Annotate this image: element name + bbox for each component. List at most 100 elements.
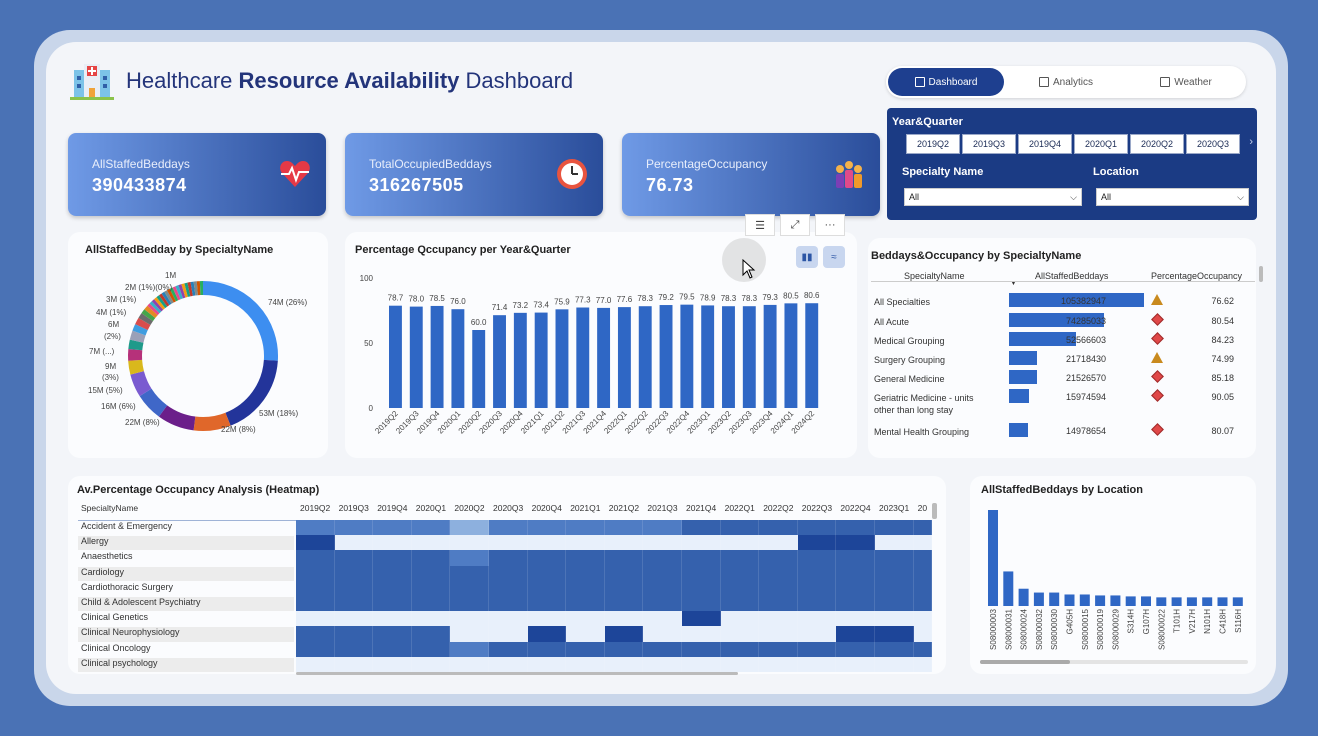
heatmap-cell[interactable] bbox=[334, 626, 374, 642]
heatmap-cell[interactable] bbox=[296, 535, 335, 551]
heatmap-cell[interactable] bbox=[334, 520, 374, 536]
heatmap-cell[interactable] bbox=[797, 641, 837, 657]
heatmap-cell[interactable] bbox=[527, 596, 567, 612]
heatmap-cell[interactable] bbox=[489, 641, 528, 657]
location-bar[interactable] bbox=[988, 510, 998, 606]
heatmap-cell[interactable] bbox=[836, 641, 875, 657]
heatmap-cell[interactable] bbox=[643, 641, 682, 657]
donut-slice[interactable] bbox=[181, 283, 188, 298]
heatmap-cell[interactable] bbox=[489, 626, 528, 642]
heatmap-cell[interactable] bbox=[759, 565, 798, 581]
heatmap-cell[interactable] bbox=[566, 565, 605, 581]
heatmap-cell[interactable] bbox=[296, 656, 335, 672]
nav-analytics-button[interactable]: Analytics bbox=[1008, 68, 1124, 96]
heatmap-cell[interactable] bbox=[373, 611, 412, 627]
heatmap-cell[interactable] bbox=[720, 611, 760, 627]
location-bar[interactable] bbox=[1141, 596, 1151, 606]
heatmap-cell[interactable] bbox=[836, 611, 875, 627]
heatmap-cell[interactable] bbox=[759, 520, 798, 536]
heatmap-cell[interactable] bbox=[450, 656, 489, 672]
more-options-button[interactable]: ··· bbox=[815, 214, 845, 236]
donut-slice[interactable] bbox=[147, 303, 160, 316]
heatmap-cell[interactable] bbox=[411, 641, 451, 657]
heatmap-cell[interactable] bbox=[836, 550, 875, 566]
occupancy-bar[interactable] bbox=[680, 304, 694, 408]
drill-toggle-icon[interactable]: ≈ bbox=[823, 246, 845, 268]
nav-dashboard-button[interactable]: Dashboard bbox=[888, 68, 1004, 96]
heatmap-cell[interactable] bbox=[334, 611, 374, 627]
quarter-chip[interactable]: 2019Q2 bbox=[906, 134, 960, 154]
heatmap-cell[interactable] bbox=[373, 626, 412, 642]
heatmap-cell[interactable] bbox=[296, 596, 335, 612]
heatmap-cell[interactable] bbox=[836, 626, 875, 642]
heatmap-cell[interactable] bbox=[373, 580, 412, 596]
heatmap-cell[interactable] bbox=[411, 535, 451, 551]
heatmap-cell[interactable] bbox=[875, 641, 914, 657]
location-bar[interactable] bbox=[1003, 571, 1014, 606]
occupancy-bar-chart[interactable]: 05010078.72019Q278.02019Q378.52019Q476.0… bbox=[345, 232, 857, 458]
occupancy-bar[interactable] bbox=[701, 305, 715, 408]
donut-slice[interactable] bbox=[149, 301, 162, 314]
heatmap-cell[interactable] bbox=[836, 535, 875, 551]
heatmap-cell[interactable] bbox=[527, 580, 567, 596]
heatmap-cell[interactable] bbox=[296, 565, 335, 581]
filter-icon[interactable]: ☰ bbox=[745, 214, 775, 236]
heatmap-cell[interactable] bbox=[875, 580, 914, 596]
heatmap-cell[interactable] bbox=[836, 580, 875, 596]
heatmap-cell[interactable] bbox=[566, 520, 605, 536]
heatmap-cell[interactable] bbox=[527, 565, 567, 581]
table-scrollbar[interactable] bbox=[1259, 266, 1263, 282]
location-bar[interactable] bbox=[1125, 596, 1136, 606]
heatmap-cell[interactable] bbox=[797, 596, 837, 612]
heatmap-cell[interactable] bbox=[682, 565, 721, 581]
heatmap-cell[interactable] bbox=[797, 550, 837, 566]
heatmap-cell[interactable] bbox=[797, 520, 837, 536]
donut-slice[interactable] bbox=[129, 330, 146, 343]
donut-slice[interactable] bbox=[141, 309, 156, 322]
donut-slice[interactable] bbox=[184, 282, 191, 297]
heatmap-cell[interactable] bbox=[334, 580, 374, 596]
heatmap-cell[interactable] bbox=[411, 611, 451, 627]
donut-slice[interactable] bbox=[169, 287, 179, 302]
heatmap-cell[interactable] bbox=[682, 656, 721, 672]
occupancy-bar[interactable] bbox=[763, 304, 777, 408]
occupancy-bar[interactable] bbox=[389, 305, 402, 408]
heatmap-cell[interactable] bbox=[720, 656, 760, 672]
donut-slice[interactable] bbox=[135, 317, 151, 331]
heatmap-cell[interactable] bbox=[527, 626, 567, 642]
heatmap-cell[interactable] bbox=[643, 626, 682, 642]
heatmap-cell[interactable] bbox=[643, 656, 682, 672]
heatmap-cell[interactable] bbox=[296, 626, 335, 642]
occupancy-bar[interactable] bbox=[451, 309, 465, 408]
heatmap-cell[interactable] bbox=[759, 550, 798, 566]
occupancy-bar[interactable] bbox=[534, 312, 548, 408]
occupancy-bar[interactable] bbox=[638, 306, 652, 408]
heatmap-cell[interactable] bbox=[643, 580, 682, 596]
heatmap-cell[interactable] bbox=[411, 520, 451, 536]
heatmap-cell[interactable] bbox=[489, 596, 528, 612]
occupancy-bar[interactable] bbox=[617, 307, 631, 408]
occupancy-bar[interactable] bbox=[493, 315, 506, 408]
quarter-chip[interactable]: 2020Q1 bbox=[1074, 134, 1128, 154]
heatmap-cell[interactable] bbox=[913, 580, 932, 596]
heatmap-cell[interactable] bbox=[566, 535, 605, 551]
heatmap-cell[interactable] bbox=[875, 596, 914, 612]
heatmap-cell[interactable] bbox=[720, 535, 760, 551]
occupancy-bar[interactable] bbox=[742, 306, 756, 408]
heatmap-cell[interactable] bbox=[759, 535, 798, 551]
heatmap-cell[interactable] bbox=[411, 656, 451, 672]
location-bar[interactable] bbox=[1171, 597, 1182, 606]
donut-slice[interactable] bbox=[151, 299, 164, 312]
donut-slice[interactable] bbox=[172, 286, 181, 301]
heatmap-cell[interactable] bbox=[643, 550, 682, 566]
location-bar[interactable] bbox=[1156, 597, 1167, 606]
heatmap-cell[interactable] bbox=[373, 656, 412, 672]
location-bar[interactable] bbox=[1049, 592, 1060, 606]
heatmap-cell[interactable] bbox=[875, 611, 914, 627]
occupancy-bar[interactable] bbox=[784, 303, 798, 408]
location-bar[interactable] bbox=[1202, 597, 1213, 606]
heatmap-cell[interactable] bbox=[797, 580, 837, 596]
heatmap-cell[interactable] bbox=[373, 596, 412, 612]
occupancy-bar[interactable] bbox=[722, 306, 735, 408]
location-hscroll-thumb[interactable] bbox=[980, 660, 1070, 664]
